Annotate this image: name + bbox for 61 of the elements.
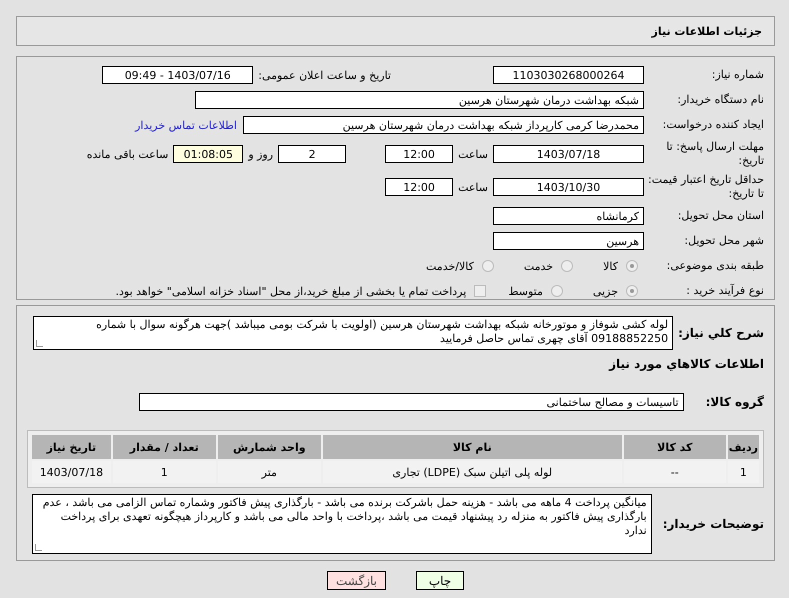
field-label: مهلت ارسال پاسخ: تا تاریخ: [665,140,764,168]
column-header: کد کالا [624,435,726,459]
table-cell: متر [218,461,321,483]
checkbox[interactable] [474,285,486,297]
option-label: متوسط [508,284,543,298]
contact-link[interactable]: اطلاعات تماس خریدار [135,118,237,132]
table-cell: 1403/07/18 [32,461,111,483]
field-label: حداقل تاریخ اعتبار قیمت: تا تاریخ: [647,173,764,201]
section-heading: اطلاعات کالاهاي مورد نياز [609,357,764,371]
value-field[interactable]: شبکه بهداشت درمان شهرستان هرسین [195,91,644,109]
value-field[interactable]: 1103030268000264 [493,66,644,84]
remaining-label: ساعت باقی مانده [86,148,168,160]
field-label: نوع فرآیند خرید : [685,284,764,298]
table-cell: لوله پلی اتیلن سبک (LDPE) تجاری [322,461,622,483]
field-label: نام دستگاه خریدار: [676,93,764,107]
radio-button[interactable] [482,260,494,272]
notes-field[interactable]: میانگین پرداخت 4 ماهه می باشد - هزینه حمل باشرکت برنده می باشد - بارگذاری پیش فاکتور وشماره تماس الزامی می باشد ، عدم بارگذاری پیش فاکتور به منزله رد پیشنهاد قیمت می باشد ،پرداخت با واحد مالی می باشد و کارپرداز هیچگونه تعهدی برای پرداخت ندارد [32,494,652,554]
field-label: تاریخ و ساعت اعلان عمومی: [258,68,391,82]
value-field[interactable]: محمدرضا کرمی کارپرداز شبکه بهداشت درمان شهرستان هرسین [243,116,644,134]
field-label: طبقه بندی موضوعی: [666,259,764,273]
field-label: شرح کلي نياز: [678,326,764,340]
column-header: نام کالا [322,435,622,459]
radio-button[interactable] [626,260,638,272]
time-field[interactable]: 12:00 [385,145,454,163]
value-field[interactable]: تاسیسات و مصالح ساختمانی [138,393,684,411]
field-label: استان محل تحویل: [676,209,764,223]
option-label: جزیی [592,284,618,298]
table-cell: 1 [112,461,216,483]
days-label: روز و [248,148,274,160]
column-header: ردیف [728,435,759,459]
table-cell: -- [624,461,726,483]
field-label: گروه کالا: [706,395,764,409]
option-label: کالا [603,260,618,272]
time-label: ساعت [458,148,488,160]
value-field[interactable]: کرمانشاه [493,207,644,225]
radio-button[interactable] [550,285,563,297]
field-label: ایجاد کننده درخواست: [662,118,764,132]
field-label: توضیحات خریدار: [662,517,764,531]
days-field[interactable]: 2 [278,145,346,163]
column-header: تاریخ نیاز [32,435,111,459]
value-field[interactable]: 1403/07/16 - 09:49 [102,66,254,84]
remaining-time-field: 01:08:05 [173,145,244,163]
checkbox-label: پرداخت تمام یا بخشی از مبلغ خرید،از محل "اسناد خزانه اسلامی" خواهد بود. [116,284,466,298]
option-label: کالا/خدمت [426,260,474,272]
column-header: واحد شمارش [218,435,321,459]
description-field[interactable]: لوله کشی شوفاز و موتورخانه شبکه بهداشت شهرستان هرسین (اولویت با شرکت بومی میباشد )جهت هرگونه سوال با شماره 09188852250 آقای چهری تماس حاصل فرمایید [33,316,674,350]
radio-button[interactable] [626,285,638,297]
date-field[interactable]: 1403/07/18 [493,145,644,163]
page-title: جزئیات اطلاعات نیاز [652,24,762,38]
print-button[interactable]: چاپ [416,571,464,590]
value-field[interactable]: هرسین [493,232,644,250]
option-label: خدمت [524,260,554,272]
radio-button[interactable] [561,260,574,272]
date-field[interactable]: 1403/10/30 [493,178,644,196]
time-field[interactable]: 12:00 [385,178,454,196]
field-label: شهر محل تحویل: [683,234,764,248]
column-header: تعداد / مقدار [112,435,216,459]
back-button[interactable]: بازگشت [327,571,386,590]
table-cell: 1 [728,461,759,483]
field-label: شماره نیاز: [710,68,764,82]
time-label: ساعت [458,180,488,194]
